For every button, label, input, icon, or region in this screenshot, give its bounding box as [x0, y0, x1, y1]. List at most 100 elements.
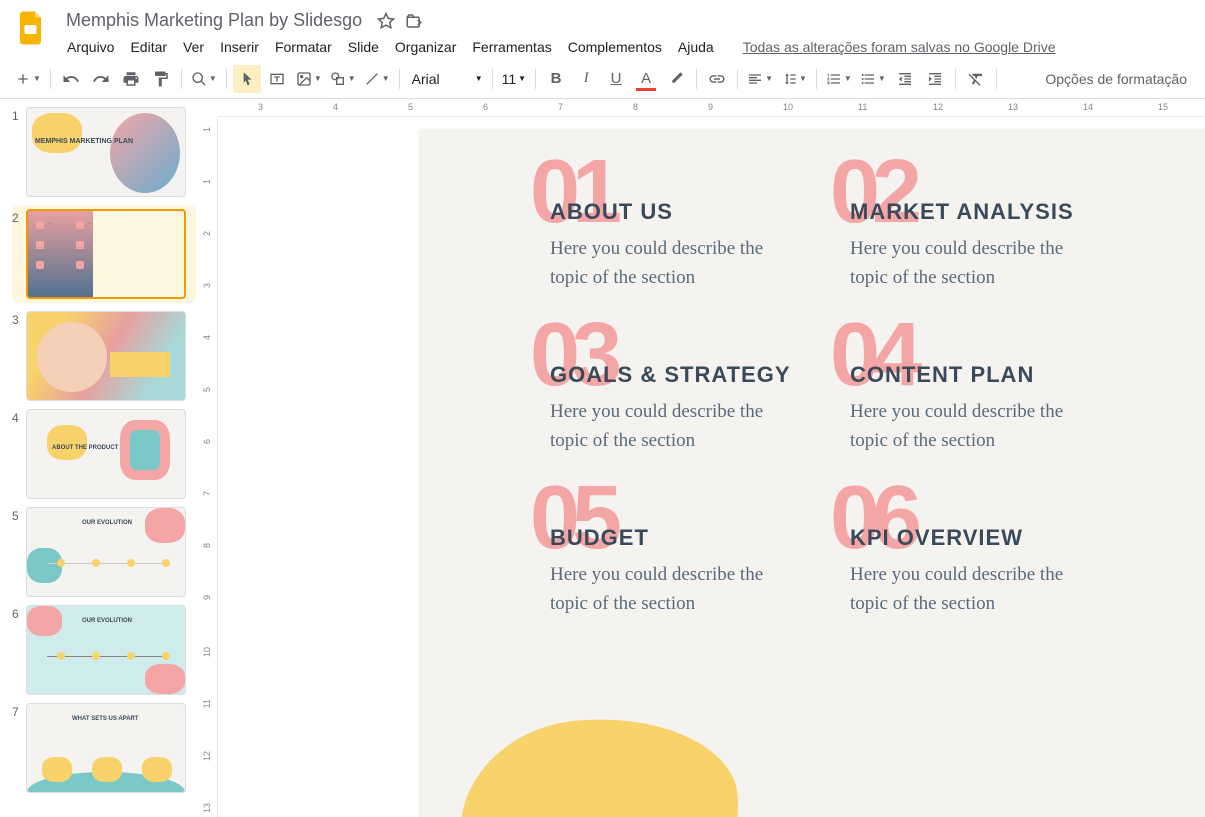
app-logo[interactable]	[12, 8, 52, 48]
print-button[interactable]	[117, 65, 145, 93]
slide-thumbnail-2[interactable]: — — — — — —	[26, 209, 186, 299]
menu-inserir[interactable]: Inserir	[213, 35, 266, 59]
link-button[interactable]	[703, 65, 731, 93]
toc-item-6[interactable]: 06 KPI OVERVIEW Here you could describe …	[850, 525, 1150, 618]
highlight-button[interactable]	[662, 65, 690, 93]
toc-number: 02	[830, 141, 914, 244]
align-button[interactable]: ▼	[744, 65, 776, 93]
separator	[399, 69, 400, 89]
italic-button[interactable]: I	[572, 65, 600, 93]
slide-canvas[interactable]: 01 ABOUT US Here you could describe the …	[420, 129, 1205, 817]
numbered-list-button[interactable]: ▼	[823, 65, 855, 93]
bold-button[interactable]: B	[542, 65, 570, 93]
ruler-tick-label: 12	[202, 751, 212, 761]
thumb-row-5: 5 OUR EVOLUTION	[12, 507, 196, 597]
zoom-button[interactable]: ▼	[188, 65, 220, 93]
menu-organizar[interactable]: Organizar	[388, 35, 463, 59]
save-status[interactable]: Todas as alterações foram salvas no Goog…	[743, 39, 1056, 55]
toc-title: BUDGET	[550, 525, 850, 551]
undo-button[interactable]	[57, 65, 85, 93]
thumb-number: 2	[12, 209, 26, 299]
format-options-button[interactable]: Opções de formatação	[1039, 67, 1193, 91]
thumb-5-label: OUR EVOLUTION	[82, 520, 132, 526]
bullet-list-button[interactable]: ▼	[857, 65, 889, 93]
toc-item-1[interactable]: 01 ABOUT US Here you could describe the …	[550, 199, 850, 292]
slide-thumbnail-7[interactable]: WHAT SETS US APART	[26, 703, 186, 793]
toc-grid: 01 ABOUT US Here you could describe the …	[550, 199, 1150, 618]
thumbnails-sidebar[interactable]: 1 MEMPHIS MARKETING PLAN 2 — — — — — — 3	[0, 99, 200, 817]
thumb-number: 7	[12, 703, 26, 793]
toc-title: CONTENT PLAN	[850, 362, 1150, 388]
ruler-tick-label: 10	[783, 102, 793, 112]
horizontal-ruler[interactable]: 3456789101112131415	[218, 99, 1205, 117]
separator	[492, 69, 493, 89]
vertical-ruler[interactable]: 112345678910111213	[200, 117, 218, 817]
separator	[996, 69, 997, 89]
toc-title: ABOUT US	[550, 199, 850, 225]
star-icon[interactable]	[376, 11, 396, 31]
ruler-tick-label: 3	[258, 102, 263, 112]
separator	[737, 69, 738, 89]
slide-thumbnail-6[interactable]: OUR EVOLUTION	[26, 605, 186, 695]
toc-number: 03	[530, 304, 614, 407]
line-button[interactable]: ▼	[361, 65, 393, 93]
menubar: Arquivo Editar Ver Inserir Formatar Slid…	[60, 35, 1193, 59]
underline-button[interactable]: U	[602, 65, 630, 93]
thumb-6-label: OUR EVOLUTION	[82, 618, 132, 624]
toc-item-5[interactable]: 05 BUDGET Here you could describe the to…	[550, 525, 850, 618]
new-slide-button[interactable]: ▼	[12, 65, 44, 93]
thumb-number: 4	[12, 409, 26, 499]
toc-number: 04	[830, 304, 914, 407]
thumb-row-6: 6 OUR EVOLUTION	[12, 605, 196, 695]
ruler-tick-label: 5	[202, 387, 212, 392]
line-spacing-button[interactable]: ▼	[778, 65, 810, 93]
slide-thumbnail-3[interactable]	[26, 311, 186, 401]
menu-arquivo[interactable]: Arquivo	[60, 35, 121, 59]
font-name-select[interactable]: Arial▼	[406, 65, 486, 93]
toc-number: 01	[530, 141, 614, 244]
separator	[955, 69, 956, 89]
slide-thumbnail-4[interactable]: ABOUT THE PRODUCT	[26, 409, 186, 499]
clear-format-button[interactable]	[962, 65, 990, 93]
textbox-button[interactable]	[263, 65, 291, 93]
toc-title: MARKET ANALYSIS	[850, 199, 1150, 225]
menu-ferramentas[interactable]: Ferramentas	[465, 35, 558, 59]
indent-decrease-button[interactable]	[891, 65, 919, 93]
toc-item-2[interactable]: 02 MARKET ANALYSIS Here you could descri…	[850, 199, 1150, 292]
menu-slide[interactable]: Slide	[341, 35, 386, 59]
thumb-row-7: 7 WHAT SETS US APART	[12, 703, 196, 793]
menu-complementos[interactable]: Complementos	[561, 35, 669, 59]
document-title[interactable]: Memphis Marketing Plan by Slidesgo	[60, 8, 368, 33]
separator	[50, 69, 51, 89]
font-size-select[interactable]: 11▼	[499, 65, 529, 93]
move-icon[interactable]	[404, 11, 424, 31]
paint-format-button[interactable]	[147, 65, 175, 93]
text-color-button[interactable]: A	[632, 65, 660, 93]
ruler-tick-label: 2	[202, 231, 212, 236]
menu-ver[interactable]: Ver	[176, 35, 211, 59]
thumb-number: 1	[12, 107, 26, 197]
ruler-tick-label: 1	[202, 179, 212, 184]
redo-button[interactable]	[87, 65, 115, 93]
toc-number: 05	[530, 467, 614, 570]
canvas-area: 3456789101112131415 112345678910111213 0…	[200, 99, 1205, 817]
select-tool[interactable]	[233, 65, 261, 93]
slide-thumbnail-5[interactable]: OUR EVOLUTION	[26, 507, 186, 597]
image-button[interactable]: ▼	[293, 65, 325, 93]
menu-ajuda[interactable]: Ajuda	[671, 35, 721, 59]
ruler-tick-label: 5	[408, 102, 413, 112]
thumb-4-label: ABOUT THE PRODUCT	[52, 445, 118, 451]
ruler-tick-label: 13	[1008, 102, 1018, 112]
toc-title: GOALS & STRATEGY	[550, 362, 850, 388]
toc-item-3[interactable]: 03 GOALS & STRATEGY Here you could descr…	[550, 362, 850, 455]
toc-item-4[interactable]: 04 CONTENT PLAN Here you could describe …	[850, 362, 1150, 455]
font-name-label: Arial	[412, 71, 440, 87]
shape-button[interactable]: ▼	[327, 65, 359, 93]
indent-increase-button[interactable]	[921, 65, 949, 93]
ruler-tick-label: 6	[483, 102, 488, 112]
ruler-tick-label: 13	[202, 803, 212, 813]
menu-formatar[interactable]: Formatar	[268, 35, 339, 59]
thumb-row-4: 4 ABOUT THE PRODUCT	[12, 409, 196, 499]
menu-editar[interactable]: Editar	[123, 35, 174, 59]
slide-thumbnail-1[interactable]: MEMPHIS MARKETING PLAN	[26, 107, 186, 197]
